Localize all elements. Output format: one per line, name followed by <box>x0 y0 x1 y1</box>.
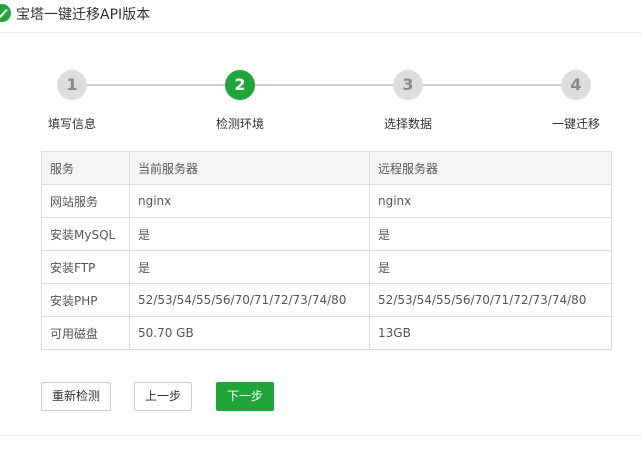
cell-remote: 是 <box>369 217 612 251</box>
table-row: 安装PHP 52/53/54/55/56/70/71/72/73/74/80 5… <box>41 283 612 317</box>
table-row: 可用磁盘 50.70 GB 13GB <box>41 316 612 350</box>
cell-remote: 13GB <box>369 316 612 350</box>
step-4-label: 一键迁移 <box>551 117 601 131</box>
step-2-label: 检测环境 <box>215 117 265 131</box>
cell-service: 可用磁盘 <box>41 316 130 350</box>
step-connector <box>87 84 225 86</box>
cell-remote: 52/53/54/55/56/70/71/72/73/74/80 <box>369 283 612 317</box>
cell-current: 52/53/54/55/56/70/71/72/73/74/80 <box>129 283 370 317</box>
cell-remote: nginx <box>369 184 612 218</box>
step-1-circle: 1 <box>57 70 87 100</box>
step-2-circle: 2 <box>225 70 255 100</box>
cell-service: 安装FTP <box>41 250 130 284</box>
cell-current: 是 <box>129 217 370 251</box>
cell-current: 50.70 GB <box>129 316 370 350</box>
column-header-service: 服务 <box>41 151 130 185</box>
window-header: 宝塔一键迁移API版本 <box>0 0 642 33</box>
step-connector <box>255 84 393 86</box>
cell-current: 是 <box>129 250 370 284</box>
migration-page: 宝塔一键迁移API版本 1 2 3 4 填写信息 检测环境 选择数据 一键迁移 … <box>0 0 642 467</box>
column-header-current-server: 当前服务器 <box>129 151 370 185</box>
check-circle-icon <box>0 4 11 22</box>
next-step-button[interactable]: 下一步 <box>216 382 274 411</box>
window-title: 宝塔一键迁移API版本 <box>16 7 151 23</box>
column-header-remote-server: 远程服务器 <box>369 151 612 185</box>
table-row: 安装FTP 是 是 <box>41 250 612 284</box>
table-row: 安装MySQL 是 是 <box>41 217 612 251</box>
step-3-circle: 3 <box>393 70 423 100</box>
table-row: 网站服务 nginx nginx <box>41 184 612 218</box>
table-header-row: 服务 当前服务器 远程服务器 <box>41 151 612 185</box>
footer-divider <box>0 435 642 436</box>
step-4-circle: 4 <box>561 70 591 100</box>
prev-step-button[interactable]: 上一步 <box>134 382 192 411</box>
step-connector <box>423 84 561 86</box>
cell-service: 安装MySQL <box>41 217 130 251</box>
recheck-button[interactable]: 重新检测 <box>41 382 111 411</box>
cell-current: nginx <box>129 184 370 218</box>
cell-remote: 是 <box>369 250 612 284</box>
step-3-label: 选择数据 <box>383 117 433 131</box>
step-1-label: 填写信息 <box>47 117 97 131</box>
cell-service: 网站服务 <box>41 184 130 218</box>
environment-table: 服务 当前服务器 远程服务器 网站服务 nginx nginx 安装MySQL … <box>41 151 612 350</box>
cell-service: 安装PHP <box>41 283 130 317</box>
